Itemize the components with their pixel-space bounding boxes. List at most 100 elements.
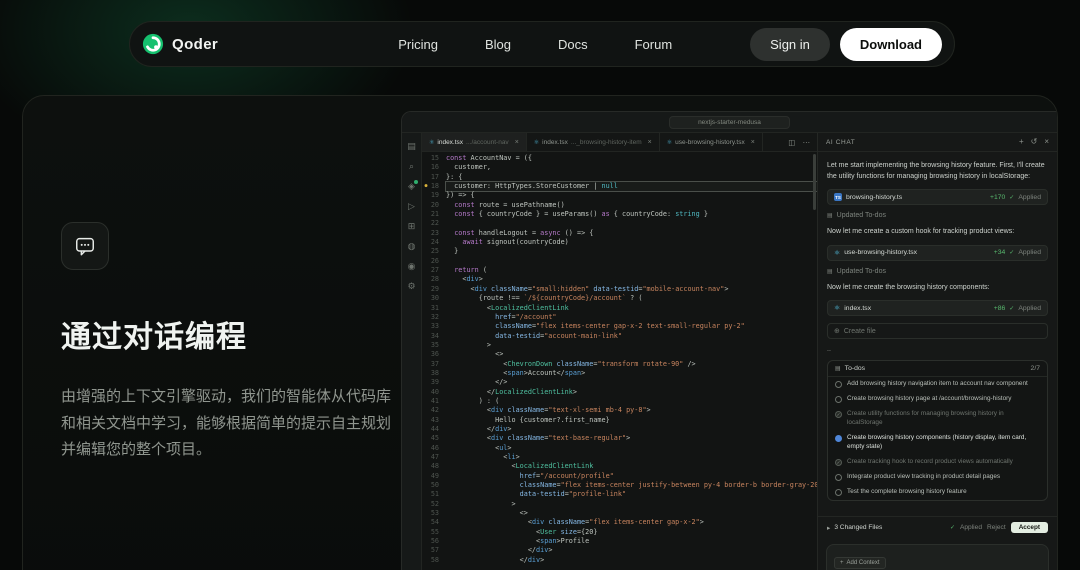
editor-area: ⚛index.tsx.../account-nav×⚛index.tsx..._…	[422, 133, 817, 570]
code-editor[interactable]: 15const AccountNav = ({16 customer,17}: …	[422, 152, 817, 570]
file-type-icon: ⚛	[534, 139, 539, 146]
account-icon[interactable]: ◉	[408, 262, 416, 271]
file-card[interactable]: ⚛index.tsx+86✓Applied	[827, 300, 1048, 316]
chat-icon[interactable]: ◍	[408, 242, 416, 251]
gutter-marker	[422, 163, 430, 172]
code-line: 50 className="flex items-center justify-…	[422, 481, 817, 490]
typing-indicator: ..	[827, 346, 1048, 353]
code-text	[446, 257, 817, 266]
create-file-label: Create file	[844, 328, 876, 335]
editor-tab[interactable]: ⚛index.tsx.../account-nav×	[422, 133, 527, 151]
editor-tab[interactable]: ⚛index.tsx..._browsing-history-item×	[527, 133, 660, 151]
reject-button[interactable]: Reject	[987, 524, 1006, 531]
todo-item[interactable]: ✓Create utility functions for managing b…	[828, 407, 1047, 431]
changed-files-row[interactable]: ▸ 3 Changed Files ✓ Applied Reject Accep…	[818, 516, 1057, 538]
run-debug-icon[interactable]: ▷	[408, 202, 415, 211]
close-tab-icon[interactable]: ×	[751, 139, 755, 146]
applied-status: Applied	[1018, 305, 1041, 312]
gutter-marker	[422, 481, 430, 490]
code-text: customer,	[446, 163, 817, 172]
brand[interactable]: Qoder	[142, 33, 218, 55]
sign-in-button[interactable]: Sign in	[750, 28, 830, 61]
diff-added-count: +86	[994, 305, 1006, 312]
line-number: 45	[430, 434, 446, 443]
file-name: index.tsx	[844, 305, 871, 312]
close-tab-icon[interactable]: ×	[648, 139, 652, 146]
explorer-icon[interactable]: ▤	[407, 142, 416, 151]
settings-icon[interactable]: ⚙	[407, 282, 415, 291]
todo-item[interactable]: Test the complete browsing history featu…	[828, 485, 1047, 500]
close-tab-icon[interactable]: ×	[515, 139, 519, 146]
search-icon[interactable]: ⌕	[409, 162, 414, 171]
nav-link-docs[interactable]: Docs	[558, 37, 588, 52]
line-number: 55	[430, 528, 446, 537]
accept-button[interactable]: Accept	[1011, 522, 1048, 533]
source-control-icon[interactable]: ◈	[408, 182, 415, 191]
close-chat-icon[interactable]: ×	[1044, 138, 1049, 146]
applied-check-icon: ✓	[1009, 249, 1014, 256]
updated-todos-row[interactable]: ▤Updated To-dos	[827, 268, 1048, 275]
todo-item[interactable]: ✓ Create tracking hook to record product …	[828, 455, 1047, 470]
code-text: <>	[446, 509, 817, 518]
gutter-marker	[422, 294, 430, 303]
add-context-chip[interactable]: + Add Context	[834, 557, 886, 569]
gutter-marker	[422, 332, 430, 341]
changed-files-label: 3 Changed Files	[834, 524, 882, 531]
line-number: 15	[430, 154, 446, 163]
todo-list-icon: ▤	[827, 212, 833, 219]
gutter-marker	[422, 453, 430, 462]
line-number: 34	[430, 332, 446, 341]
history-icon[interactable]: ↺	[1031, 138, 1038, 146]
ide-mockup: nextjs-starter-medusa ▤⌕◈▷⊞◍◉⚙ ⚛index.ts…	[401, 111, 1057, 570]
create-file-row[interactable]: ⊕Create file	[827, 323, 1048, 339]
file-card[interactable]: TSbrowsing-history.ts+170✓Applied	[827, 189, 1048, 205]
gutter-marker	[422, 191, 430, 200]
download-button[interactable]: Download	[840, 28, 942, 61]
code-text: className="flex items-center justify-bet…	[446, 481, 817, 490]
todo-status-icon	[835, 435, 842, 442]
code-text: <>	[446, 350, 817, 359]
file-name: use-browsing-history.tsx	[844, 249, 917, 256]
tab-file-name: index.tsx	[542, 139, 568, 146]
todo-item[interactable]: Integrate product view tracking in produ…	[828, 470, 1047, 485]
nav-links: Pricing Blog Docs Forum	[398, 37, 672, 52]
todo-text: Create tracking hook to record product v…	[847, 458, 1013, 467]
nav-link-pricing[interactable]: Pricing	[398, 37, 438, 52]
extensions-icon[interactable]: ⊞	[408, 222, 416, 231]
split-editor-icon[interactable]: ◫	[788, 138, 795, 147]
todo-text: Create browsing history components (hist…	[847, 434, 1040, 452]
nav-link-forum[interactable]: Forum	[635, 37, 673, 52]
expand-changed-files-icon[interactable]: ▸	[827, 524, 830, 532]
code-text: <div className="text-base-regular">	[446, 434, 817, 443]
chat-composer[interactable]: + Add Context Continue or '/' to start a…	[826, 544, 1049, 570]
ide-body: ▤⌕◈▷⊞◍◉⚙ ⚛index.tsx.../account-nav×⚛inde…	[402, 133, 1057, 570]
file-type-icon: ⚛	[667, 139, 672, 146]
code-text: <div className="text-xl-semi mb-4 py-8">	[446, 406, 817, 415]
code-text: data-testid="profile-link"	[446, 490, 817, 499]
gutter-marker	[422, 528, 430, 537]
nav-link-blog[interactable]: Blog	[485, 37, 511, 52]
editor-tab[interactable]: ⚛use-browsing-history.tsx×	[660, 133, 763, 151]
gutter-marker	[422, 154, 430, 163]
code-line: 42 <div className="text-xl-semi mb-4 py-…	[422, 406, 817, 415]
gutter-marker	[422, 257, 430, 266]
tab-file-name: index.tsx	[437, 139, 463, 146]
code-text: {route !== `/${countryCode}/account` ? (	[446, 294, 817, 303]
file-card[interactable]: ⚛use-browsing-history.tsx+34✓Applied	[827, 245, 1048, 261]
line-number: 37	[430, 360, 446, 369]
line-number: 30	[430, 294, 446, 303]
code-text: <div className="flex items-center gap-x-…	[446, 518, 817, 527]
new-chat-icon[interactable]: +	[1019, 138, 1024, 146]
tab-bar: ⚛index.tsx.../account-nav×⚛index.tsx..._…	[422, 133, 817, 152]
gutter-marker	[422, 238, 430, 247]
todo-item[interactable]: Create browsing history components (hist…	[828, 431, 1047, 455]
more-actions-icon[interactable]: ⋯	[803, 138, 811, 147]
todo-item[interactable]: Add browsing history navigation item to …	[828, 377, 1047, 392]
editor-scrollbar[interactable]	[813, 154, 816, 210]
todo-status-icon: ✓	[835, 459, 842, 466]
gutter-marker	[422, 434, 430, 443]
todo-item[interactable]: Create browsing history page at /account…	[828, 392, 1047, 407]
project-title[interactable]: nextjs-starter-medusa	[669, 116, 790, 129]
updated-todos-row[interactable]: ▤Updated To-dos	[827, 212, 1048, 219]
line-number: 33	[430, 322, 446, 331]
